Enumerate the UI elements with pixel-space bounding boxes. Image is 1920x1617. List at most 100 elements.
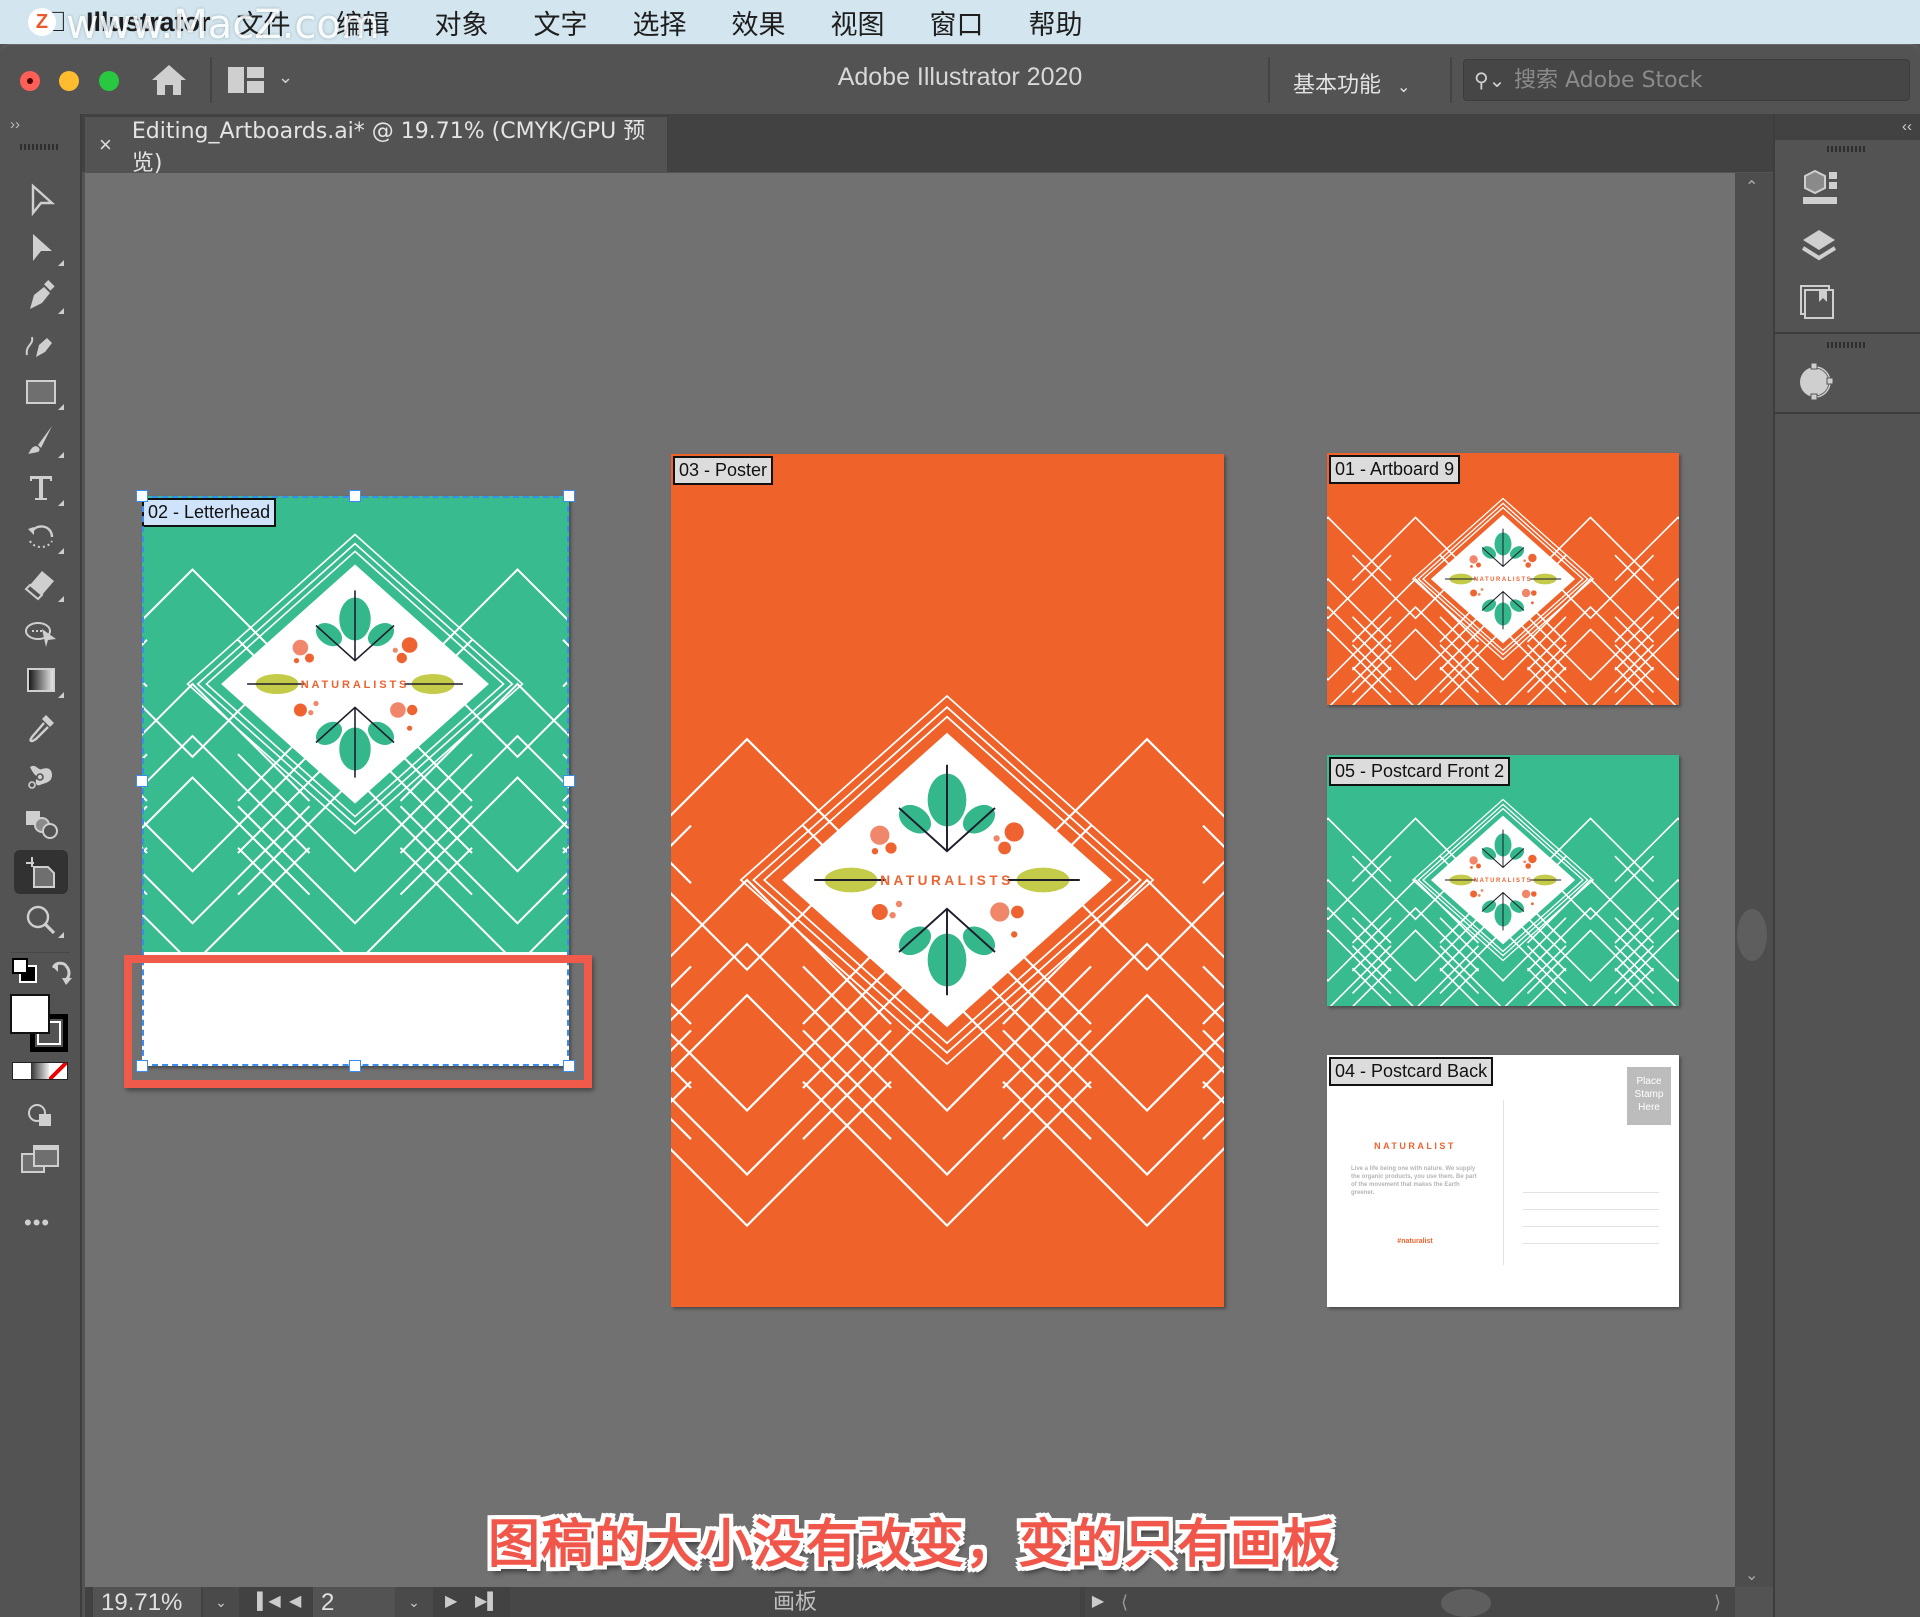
chevron-down-icon[interactable]: ⌄ — [278, 67, 293, 88]
scroll-down-icon[interactable]: ⌄ — [1745, 1565, 1758, 1585]
pen-icon — [30, 280, 55, 309]
menu-type[interactable]: 文字 — [534, 3, 588, 42]
previous-artboard-icon[interactable]: ◀ — [289, 1587, 301, 1617]
menu-select[interactable]: 选择 — [633, 3, 687, 42]
stock-search-input[interactable] — [1514, 67, 1894, 93]
berry-dot — [1470, 565, 1473, 568]
address-line — [1523, 1226, 1659, 1227]
berry-dot — [1470, 866, 1473, 869]
menu-app-name[interactable]: Illustrator — [86, 7, 211, 38]
zoom-dropdown-chevron-icon[interactable]: ⌄ — [203, 1587, 239, 1617]
eyedropper-tool[interactable] — [14, 706, 68, 750]
minimize-window-button[interactable] — [59, 71, 79, 91]
vertical-scrollbar[interactable]: ⌃ ⌄ — [1735, 173, 1773, 1587]
fill-swatch[interactable] — [10, 994, 50, 1034]
zoom-level-field[interactable]: 19.71% — [93, 1587, 201, 1617]
artboard-artboard-9[interactable]: NATURALISTS — [1327, 453, 1679, 705]
default-fill-stroke-icon[interactable] — [10, 956, 40, 986]
menu-edit[interactable]: 编辑 — [336, 3, 390, 42]
menu-object[interactable]: 对象 — [435, 3, 489, 42]
more-tools-button[interactable]: ••• — [24, 1210, 50, 1236]
paintbrush-tool[interactable] — [14, 418, 68, 462]
menu-file[interactable]: 文件 — [237, 3, 291, 42]
draw-mode-icon[interactable] — [26, 1102, 56, 1128]
next-artboard-icon[interactable]: ▶ — [445, 1587, 457, 1617]
artboard-label-postcard-back[interactable]: 04 - Postcard Back — [1329, 1057, 1494, 1086]
gradient-button[interactable] — [31, 1063, 49, 1079]
status-info-label[interactable]: 画板 — [510, 1587, 1080, 1617]
collapse-toolbar-icon[interactable]: ›› — [10, 116, 20, 133]
none-button[interactable] — [49, 1063, 67, 1079]
rotate-tool[interactable] — [14, 514, 68, 558]
artboard-number-field[interactable]: 2 — [313, 1587, 395, 1617]
artboard-poster[interactable]: NATURALISTS — [671, 454, 1224, 1307]
berry-dot — [1531, 902, 1534, 906]
scroll-up-icon[interactable]: ⌃ — [1745, 177, 1758, 197]
color-button[interactable] — [13, 1063, 31, 1079]
artboard-postcard-back[interactable]: Place Stamp Here NATURALIST Live a life … — [1327, 1055, 1679, 1307]
eraser-tool[interactable] — [14, 562, 68, 606]
menu-effect[interactable]: 效果 — [732, 3, 786, 42]
vertical-scroll-thumb[interactable] — [1737, 909, 1767, 961]
scroll-left-icon[interactable]: ⟨ — [1121, 1587, 1128, 1617]
horizontal-scroll-thumb[interactable] — [1441, 1589, 1491, 1617]
document-tab[interactable]: × Editing_Artboards.ai* @ 19.71% (CMYK/G… — [85, 117, 667, 176]
workspace-label: 基本功能 — [1293, 73, 1382, 98]
home-icon[interactable] — [150, 63, 188, 97]
toolbar-divider — [10, 952, 70, 953]
zoom-window-button[interactable] — [99, 71, 119, 91]
scroll-right-icon[interactable]: ⟩ — [1714, 1587, 1721, 1617]
first-artboard-icon[interactable]: ▌◀ — [257, 1587, 281, 1617]
artboard-label-postcard-front-2[interactable]: 05 - Postcard Front 2 — [1329, 757, 1511, 786]
resize-handle-left[interactable] — [136, 775, 148, 787]
panel-grip[interactable] — [1827, 342, 1865, 348]
workspace-switcher[interactable]: 基本功能 ⌄ — [1293, 67, 1410, 99]
puppet-warp-tool[interactable] — [14, 754, 68, 798]
artboard-label-poster[interactable]: 03 - Poster — [673, 456, 774, 485]
transform-panel-icon[interactable] — [1797, 360, 1845, 404]
zigzag-line — [1327, 516, 1392, 581]
libraries-properties-icon[interactable] — [1797, 168, 1845, 212]
menu-window[interactable]: 窗口 — [930, 3, 984, 42]
right-panel-dock: ‹‹ — [1773, 114, 1920, 1617]
free-transform-tool[interactable] — [14, 610, 68, 654]
close-window-button[interactable] — [20, 71, 40, 91]
status-menu-arrow-icon[interactable]: ▶ — [1085, 1587, 1111, 1617]
artboard-postcard-front-2[interactable]: NATURALISTS — [1327, 755, 1679, 1006]
panel-grip[interactable] — [20, 144, 60, 150]
last-artboard-icon[interactable]: ▶▌ — [475, 1587, 499, 1617]
artboards-panel-icon[interactable] — [1797, 282, 1845, 326]
type-tool[interactable] — [14, 466, 68, 510]
zoom-tool[interactable] — [14, 898, 68, 942]
panel-grip[interactable] — [1827, 146, 1865, 152]
zoom-icon — [26, 905, 56, 935]
menu-help[interactable]: 帮助 — [1029, 3, 1083, 42]
arrange-documents-icon[interactable] — [228, 67, 264, 93]
artboard-dropdown-chevron-icon[interactable]: ⌄ — [395, 1587, 433, 1617]
resize-handle-top-right[interactable] — [563, 490, 575, 502]
shape-builder-tool[interactable] — [14, 802, 68, 846]
canvas[interactable]: NATURALISTS 02 - Letterhead NATURALISTS … — [85, 173, 1753, 1587]
close-tab-icon[interactable]: × — [99, 132, 112, 158]
menu-view[interactable]: 视图 — [831, 3, 885, 42]
resize-handle-top-left[interactable] — [136, 490, 148, 502]
layers-icon[interactable] — [1797, 226, 1845, 270]
artboard-tool[interactable] — [14, 850, 68, 894]
resize-handle-top[interactable] — [349, 490, 361, 502]
adobe-stock-search[interactable]: ⚲⌄ — [1463, 59, 1910, 101]
berry-dot — [1470, 890, 1478, 898]
artboard-label-letterhead[interactable]: 02 - Letterhead — [142, 498, 277, 527]
swap-fill-stroke-icon[interactable] — [50, 958, 76, 986]
collapse-panels-icon[interactable]: ‹‹ — [1775, 114, 1920, 140]
rectangle-tool[interactable] — [14, 370, 68, 414]
artboard-label-artboard-9[interactable]: 01 - Artboard 9 — [1329, 455, 1461, 484]
pen-tool[interactable] — [14, 274, 68, 318]
zigzag-line — [1526, 929, 1655, 994]
direct-selection-tool[interactable] — [14, 226, 68, 270]
horizontal-scrollbar[interactable]: ⟨ ⟩ — [1111, 1587, 1735, 1617]
curvature-tool[interactable] — [14, 322, 68, 366]
resize-handle-right[interactable] — [563, 775, 575, 787]
screen-mode-icon[interactable] — [20, 1144, 60, 1176]
selection-tool[interactable] — [14, 178, 68, 222]
gradient-tool[interactable] — [14, 658, 68, 702]
